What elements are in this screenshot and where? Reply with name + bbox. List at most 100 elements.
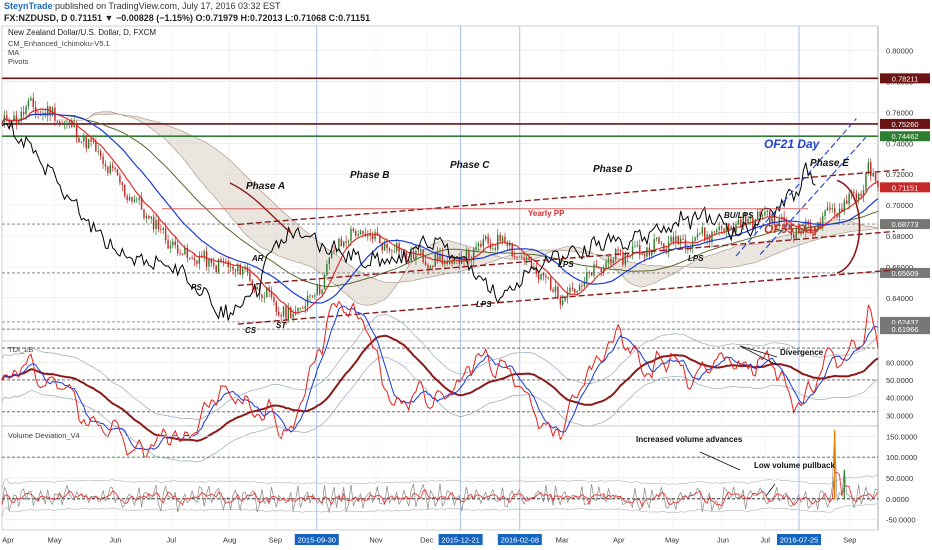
- candle-body: [516, 256, 518, 258]
- month-label: Jul: [166, 536, 176, 545]
- month-label: Aug: [223, 536, 236, 545]
- chart-annotation: Phase A: [246, 181, 285, 192]
- candle-body: [641, 253, 643, 255]
- candle-body: [131, 197, 133, 202]
- candle-body: [867, 162, 870, 173]
- candle-body: [371, 236, 374, 240]
- candle-body: [764, 211, 766, 216]
- candle-body: [716, 230, 718, 233]
- candle-body: [576, 290, 578, 293]
- month-label: Jul: [760, 536, 770, 545]
- candle-body: [713, 231, 716, 233]
- candle-body: [256, 287, 258, 290]
- tdi-tick-label: 30.0000: [886, 411, 913, 420]
- candle-body: [85, 137, 87, 149]
- candle-body: [639, 245, 641, 255]
- candle-body: [119, 175, 121, 183]
- candle-body: [99, 150, 102, 157]
- candle-body: [586, 272, 588, 282]
- candle-body: [672, 236, 675, 243]
- candle-body: [314, 295, 316, 297]
- candle-body: [569, 287, 571, 293]
- candle-body: [203, 251, 205, 257]
- candle-body: [68, 121, 71, 123]
- month-label: Apr: [613, 536, 625, 545]
- candle-body: [169, 245, 172, 249]
- chart-canvas[interactable]: 0.800000.780000.760000.740000.720000.700…: [0, 0, 932, 550]
- candle-body: [383, 243, 386, 251]
- candle-body: [56, 120, 59, 122]
- candle-body: [562, 300, 564, 305]
- candle-body: [78, 137, 80, 143]
- price-tick-label: 0.80000: [886, 47, 913, 56]
- candle-body: [766, 210, 769, 212]
- candle-body: [624, 253, 627, 265]
- indicator-label: Pivots: [8, 57, 29, 66]
- candle-body: [554, 286, 557, 292]
- candle-body: [451, 261, 453, 264]
- candle-body: [487, 236, 489, 244]
- candle-body: [176, 245, 179, 253]
- candle-body: [136, 199, 138, 201]
- candle-body: [145, 215, 148, 219]
- candle-body: [660, 243, 663, 245]
- candle-body: [824, 210, 826, 217]
- candle-body: [27, 100, 30, 107]
- chart-annotation: CS: [245, 326, 257, 335]
- candle-body: [617, 249, 619, 251]
- volume-label: Volume Deviation_V4: [8, 431, 80, 440]
- candle-body: [121, 182, 124, 185]
- candle-body: [232, 266, 234, 271]
- chart-annotation: OF21 Day: [764, 137, 821, 151]
- date-marker-label: 2016-02-08: [501, 536, 539, 545]
- month-label: Sep: [843, 536, 856, 545]
- candle-body: [542, 273, 545, 276]
- candle-body: [499, 234, 501, 241]
- candle-body: [357, 234, 359, 236]
- candle-body: [720, 226, 723, 229]
- candle-body: [860, 193, 862, 196]
- candle-body: [66, 122, 68, 125]
- candle-body: [663, 243, 665, 250]
- candle-body: [482, 239, 485, 247]
- candle-body: [513, 255, 516, 257]
- candle-body: [116, 169, 119, 176]
- candle-body: [610, 258, 612, 264]
- candle-body: [845, 200, 848, 204]
- candle-body: [374, 232, 376, 240]
- candle-body: [636, 245, 639, 247]
- candle-body: [181, 253, 184, 255]
- candle-body: [470, 260, 473, 262]
- month-label: Sep: [269, 536, 282, 545]
- candle-body: [196, 260, 198, 264]
- candle-body: [287, 307, 290, 320]
- candle-body: [193, 258, 196, 261]
- candle-body: [126, 196, 128, 201]
- candle-body: [429, 266, 432, 269]
- candle-body: [696, 234, 699, 238]
- candle-body: [148, 215, 150, 219]
- candle-body: [162, 228, 164, 230]
- candle-body: [865, 172, 867, 191]
- volume-tick-label: 0.0000: [886, 495, 909, 504]
- candle-body: [870, 162, 872, 177]
- chart-annotation: BU/LPS: [724, 211, 754, 220]
- candle-body: [237, 264, 239, 272]
- candle-body: [225, 261, 227, 262]
- date-marker-label: 2015-12-21: [441, 536, 479, 545]
- candle-body: [124, 184, 126, 197]
- chart-annotation: Phase C: [450, 160, 490, 171]
- candle-body: [97, 150, 99, 152]
- candle-body: [740, 219, 742, 227]
- candle-body: [545, 275, 547, 278]
- candle-body: [537, 274, 540, 280]
- candle-body: [155, 219, 157, 230]
- volume-advance-label: Increased volume advances: [636, 435, 743, 444]
- candle-body: [160, 229, 162, 230]
- candle-body: [427, 265, 429, 269]
- candle-body: [600, 267, 602, 272]
- candle-body: [261, 294, 263, 298]
- candle-body: [728, 223, 730, 230]
- month-label: Jun: [717, 536, 729, 545]
- volume-tick-label: 100.0000: [886, 453, 917, 462]
